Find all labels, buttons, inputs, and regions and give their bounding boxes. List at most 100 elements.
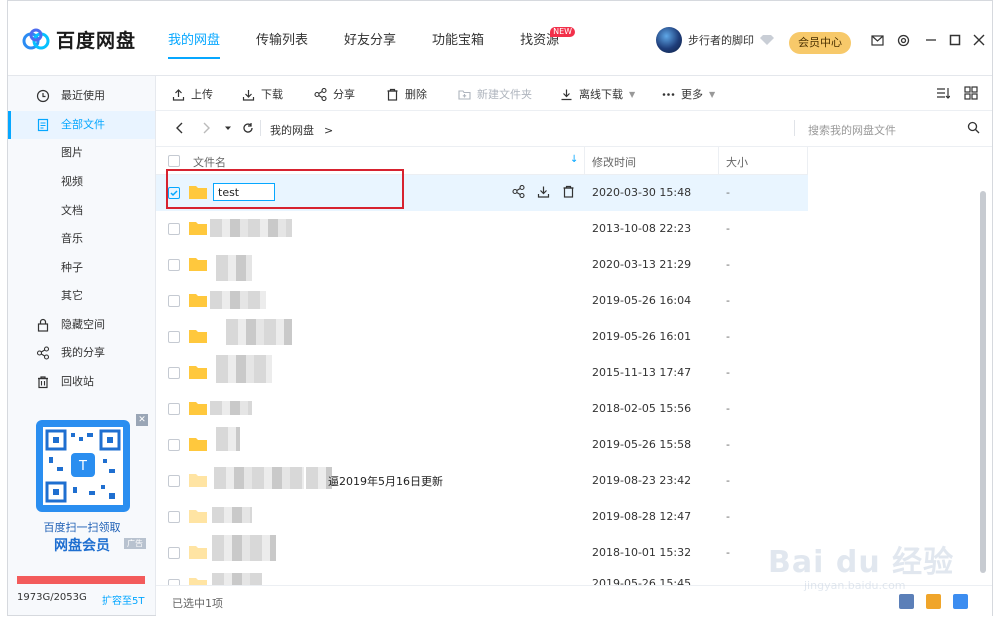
- table-row[interactable]: 2019-05-26 16:01 -: [156, 319, 808, 355]
- table-row[interactable]: 逼2019年5月16日更新 2019-08-23 23:42 -: [156, 463, 808, 499]
- folder-icon: [189, 510, 207, 523]
- sidebar-item-documents[interactable]: 文档: [8, 197, 155, 225]
- row-size: -: [726, 294, 730, 307]
- sort-icon[interactable]: [936, 86, 951, 100]
- search-input[interactable]: 搜索我的网盘文件: [808, 122, 896, 138]
- row-modified-time: 2018-02-05 15:56: [592, 402, 692, 415]
- row-checkbox[interactable]: [168, 547, 180, 559]
- blurred-filename: [210, 291, 266, 309]
- share-icon[interactable]: [512, 184, 525, 199]
- table-row[interactable]: 2018-10-01 15:32 -: [156, 535, 808, 571]
- expand-storage-link[interactable]: 扩容至5T: [102, 592, 144, 607]
- column-header-time[interactable]: 修改时间: [592, 154, 636, 170]
- share-icon: [314, 87, 327, 101]
- close-icon[interactable]: [972, 33, 986, 47]
- trash-icon[interactable]: [562, 185, 575, 198]
- tab-my-disk[interactable]: 我的网盘: [168, 1, 221, 75]
- sidebar-item-label: 回收站: [61, 375, 94, 388]
- new-badge: NEW: [550, 27, 576, 37]
- status-icons: [887, 594, 968, 609]
- mail-icon[interactable]: [870, 33, 884, 47]
- row-checkbox[interactable]: [168, 223, 180, 235]
- breadcrumb[interactable]: 我的网盘 >: [270, 122, 333, 138]
- cloud-logo-icon: [22, 28, 50, 50]
- row-modified-time: 2019-08-28 12:47: [592, 510, 692, 523]
- search-icon[interactable]: [967, 121, 980, 134]
- upload-icon[interactable]: [926, 594, 941, 609]
- table-row[interactable]: 2013-10-08 22:23 -: [156, 211, 808, 247]
- refresh-icon[interactable]: [242, 122, 254, 134]
- minimize-icon[interactable]: [924, 33, 938, 47]
- table-row[interactable]: 2019-05-26 15:45: [156, 571, 808, 585]
- row-modified-time: 2019-05-26 15:45: [592, 577, 692, 585]
- sidebar-item-music[interactable]: 音乐: [8, 225, 155, 253]
- row-checkbox[interactable]: [168, 259, 180, 271]
- more-button[interactable]: 更多 ▼: [662, 86, 715, 102]
- share-button[interactable]: 分享: [314, 86, 355, 102]
- logo[interactable]: 百度网盘: [22, 25, 136, 53]
- tab-toolbox[interactable]: 功能宝箱: [432, 1, 484, 75]
- table-row[interactable]: 2020-03-13 21:29 -: [156, 247, 808, 283]
- user-info[interactable]: 步行者的脚印: [656, 27, 774, 53]
- table-row[interactable]: 2019-05-26 16:04 -: [156, 283, 808, 319]
- breadcrumb-item[interactable]: 我的网盘: [270, 124, 314, 137]
- folder-icon: [189, 222, 207, 235]
- offline-download-button[interactable]: 离线下载 ▼: [560, 86, 635, 102]
- sidebar-item-my-shares[interactable]: 我的分享: [8, 339, 155, 367]
- new-folder-button[interactable]: 新建文件夹: [458, 86, 532, 102]
- column-header-size[interactable]: 大小: [726, 154, 748, 170]
- row-checkbox[interactable]: [168, 295, 180, 307]
- upload-button[interactable]: 上传: [172, 86, 213, 102]
- table-row[interactable]: 2015-11-13 17:47 -: [156, 355, 808, 391]
- sidebar-item-images[interactable]: 图片: [8, 139, 155, 167]
- sidebar-item-all-files[interactable]: 全部文件: [8, 111, 155, 139]
- table-row[interactable]: 2019-05-26 15:58 -: [156, 427, 808, 463]
- tab-find-resources[interactable]: 找资源 NEW: [520, 1, 576, 75]
- tab-friend-share[interactable]: 好友分享: [344, 1, 396, 75]
- row-modified-time: 2013-10-08 22:23: [592, 222, 692, 235]
- vip-center-button[interactable]: 会员中心: [789, 32, 851, 54]
- folder-icon: [189, 294, 207, 307]
- history-dropdown-icon[interactable]: [222, 122, 234, 134]
- sidebar-item-videos[interactable]: 视频: [8, 168, 155, 196]
- gear-icon[interactable]: [896, 33, 910, 47]
- grid-view-icon[interactable]: [964, 86, 978, 100]
- row-checkbox[interactable]: [168, 403, 180, 415]
- avatar[interactable]: [656, 27, 682, 53]
- sidebar-item-recycle-bin[interactable]: 回收站: [8, 368, 155, 396]
- sort-arrow-icon[interactable]: ↓: [570, 154, 578, 165]
- storage-bar: [17, 576, 145, 584]
- table-row[interactable]: 2018-02-05 15:56 -: [156, 391, 808, 427]
- sidebar-item-label: 其它: [61, 289, 83, 302]
- download-icon[interactable]: [537, 185, 550, 198]
- row-checkbox[interactable]: [168, 475, 180, 487]
- row-checkbox[interactable]: [168, 331, 180, 343]
- select-all-checkbox[interactable]: [168, 155, 180, 167]
- row-modified-time: 2019-08-23 23:42: [592, 474, 692, 487]
- ad-close-icon[interactable]: ✕: [136, 414, 148, 426]
- sidebar-item-torrents[interactable]: 种子: [8, 254, 155, 282]
- delete-button[interactable]: 删除: [386, 86, 427, 102]
- table-row[interactable]: 2019-08-28 12:47 -: [156, 499, 808, 535]
- forward-icon[interactable]: [200, 122, 212, 134]
- lock-icon[interactable]: [953, 594, 968, 609]
- scrollbar[interactable]: [980, 191, 986, 573]
- tab-transfer-list[interactable]: 传输列表: [256, 1, 308, 75]
- sidebar-item-hidden-space[interactable]: 隐藏空间: [8, 311, 155, 339]
- column-header-name[interactable]: 文件名: [193, 154, 226, 170]
- sidebar-item-other[interactable]: 其它: [8, 282, 155, 310]
- sidebar-ad[interactable]: T ✕ 百度扫一扫领取 网盘会员 广告: [18, 414, 148, 558]
- row-checkbox[interactable]: [168, 511, 180, 523]
- back-icon[interactable]: [174, 122, 186, 134]
- file-icon: [37, 118, 49, 132]
- view-toggles: [922, 86, 978, 100]
- apps-icon[interactable]: [899, 594, 914, 609]
- folder-icon: [189, 578, 207, 585]
- maximize-icon[interactable]: [948, 33, 962, 47]
- row-checkbox[interactable]: [168, 367, 180, 379]
- blurred-filename: [212, 535, 276, 561]
- sidebar-item-recent[interactable]: 最近使用: [8, 82, 155, 110]
- download-button[interactable]: 下载: [242, 86, 283, 102]
- row-checkbox[interactable]: [168, 439, 180, 451]
- status-bar: 已选中1项: [156, 585, 992, 617]
